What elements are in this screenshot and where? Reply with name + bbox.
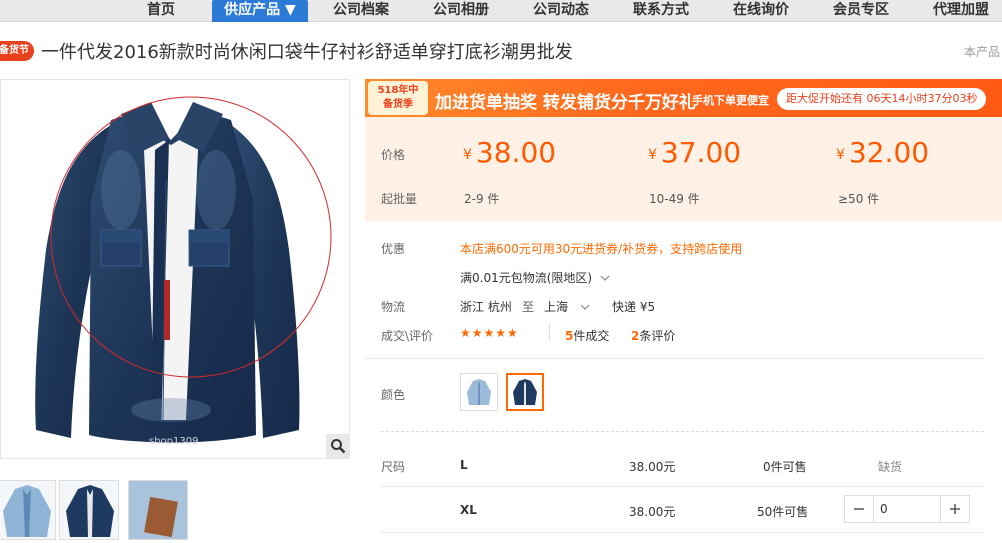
deals-count[interactable]: 5件成交 (565, 327, 609, 344)
quantity-input[interactable]: 0 (873, 496, 941, 522)
promo-tag: 518年中 备货季 (368, 81, 428, 115)
promo-banner[interactable]: 518年中 备货季 加进货单抽奖 转发铺货分千万好礼 手机下单更便宜 距大促开始… (365, 79, 1002, 117)
tier-3-qty: ≥50 件 (838, 192, 880, 206)
main-product-image[interactable]: shop1309 (0, 79, 350, 459)
nav-company-album[interactable]: 公司相册 (422, 0, 500, 22)
minus-icon (854, 508, 864, 510)
chevron-down-icon (600, 275, 610, 281)
thumbnail-label-detail[interactable] (128, 480, 188, 540)
tier-2-qty: 10-49 件 (649, 192, 700, 206)
dashed-divider (381, 431, 985, 432)
zoom-button[interactable] (326, 434, 350, 458)
currency-symbol: ¥ (648, 147, 657, 163)
magnifier-icon (331, 439, 346, 454)
ship-to-select[interactable]: 上海 (544, 298, 590, 315)
label-detail-thumb-icon (129, 481, 187, 539)
nav-company-profile[interactable]: 公司档案 (322, 0, 400, 22)
price-value: 38.00 (475, 136, 557, 169)
promo-headline: 加进货单抽奖 转发铺货分千万好礼 (435, 93, 696, 113)
increase-button[interactable] (941, 496, 969, 522)
color-swatch-light[interactable] (460, 373, 498, 411)
price-label: 价格 (381, 148, 406, 162)
quantity-stepper[interactable]: 0 (844, 495, 970, 523)
nav-home[interactable]: 首页 (128, 0, 194, 22)
plus-icon (950, 504, 960, 514)
divider (381, 532, 985, 533)
top-nav: 首页 供应产品 ▼ 公司档案 公司相册 公司动态 联系方式 在线询价 会员专区 … (0, 0, 1002, 22)
price-tier-2: ¥37.00 (648, 136, 741, 169)
separator (549, 323, 550, 341)
price-tier-3: ¥32.00 (836, 136, 929, 169)
currency-symbol: ¥ (463, 147, 472, 163)
promo-subtext: 手机下单更便宜 (692, 94, 769, 107)
decrease-button[interactable] (845, 496, 873, 522)
price-value: 32.00 (848, 136, 930, 169)
light-shirt-icon (467, 379, 491, 405)
nav-supply-products[interactable]: 供应产品 ▼ (212, 0, 308, 22)
light-shirt-thumb-icon (3, 485, 51, 537)
out-of-stock-label: 缺货 (878, 460, 903, 474)
ship-to-value: 上海 (544, 300, 569, 314)
size-price: 38.00元 (629, 505, 676, 519)
size-name: XL (460, 503, 477, 517)
size-label: 尺码 (381, 460, 406, 474)
color-swatch-dark[interactable] (506, 373, 544, 411)
size-stock: 50件可售 (757, 505, 809, 519)
hot-badge: 备货节 (0, 41, 34, 61)
size-price: 38.00元 (629, 460, 676, 474)
currency-symbol: ¥ (836, 147, 845, 163)
reviews-text: 条评价 (639, 329, 676, 343)
thumbnail-light-denim[interactable] (0, 480, 56, 540)
divider (381, 486, 985, 487)
rating-stars: ★★★★★ (460, 326, 519, 340)
deals-text: 件成交 (573, 329, 610, 343)
nav-member-zone[interactable]: 会员专区 (822, 0, 900, 22)
nav-company-news[interactable]: 公司动态 (522, 0, 600, 22)
promo-tag-line1: 518年中 (377, 85, 419, 96)
coupon-text[interactable]: 本店满600元可用30元进货券/补货券，支持跨店使用 (460, 240, 742, 257)
product-title: 一件代发2016新款时尚休闲口袋牛仔衬衫舒适单穿打底衫潮男批发 (41, 42, 573, 63)
dark-shirt-thumb-icon (66, 485, 114, 537)
offers-label: 优惠 (381, 242, 406, 256)
chevron-down-icon (580, 304, 590, 310)
tier-1-qty: 2-9 件 (464, 192, 500, 206)
denim-shirt-image: shop1309 (35, 96, 332, 447)
express-fee: 快递 ¥5 (612, 300, 656, 314)
shipping-promo-text: 满0.01元包物流(限地区) (460, 271, 593, 285)
size-name: L (460, 458, 468, 472)
reviews-count[interactable]: 2条评价 (631, 327, 675, 344)
ship-to-word: 至 (522, 300, 535, 314)
image-watermark: shop1309 (149, 436, 198, 447)
reviews-label: 成交\评价 (381, 329, 434, 343)
nav-contact[interactable]: 联系方式 (622, 0, 700, 22)
this-product-link[interactable]: 本产品 (964, 43, 1000, 60)
price-tier-1: ¥38.00 (463, 136, 556, 169)
ship-from: 浙江 杭州 (460, 300, 512, 314)
nav-inquiry[interactable]: 在线询价 (722, 0, 800, 22)
color-label: 颜色 (381, 388, 406, 402)
logistics-label: 物流 (381, 300, 406, 314)
promo-tag-line2: 备货季 (383, 99, 413, 110)
divider (365, 358, 985, 359)
promo-countdown: 距大促开始还有 06天14小时37分03秒 (777, 88, 987, 110)
size-stock: 0件可售 (763, 460, 807, 474)
nav-agent-join[interactable]: 代理加盟 (922, 0, 1000, 22)
moq-label: 起批量 (381, 192, 418, 206)
dark-shirt-icon (513, 379, 537, 405)
price-value: 37.00 (660, 136, 742, 169)
shipping-promo[interactable]: 满0.01元包物流(限地区) (460, 269, 610, 286)
thumbnail-dark-denim[interactable] (59, 480, 119, 540)
